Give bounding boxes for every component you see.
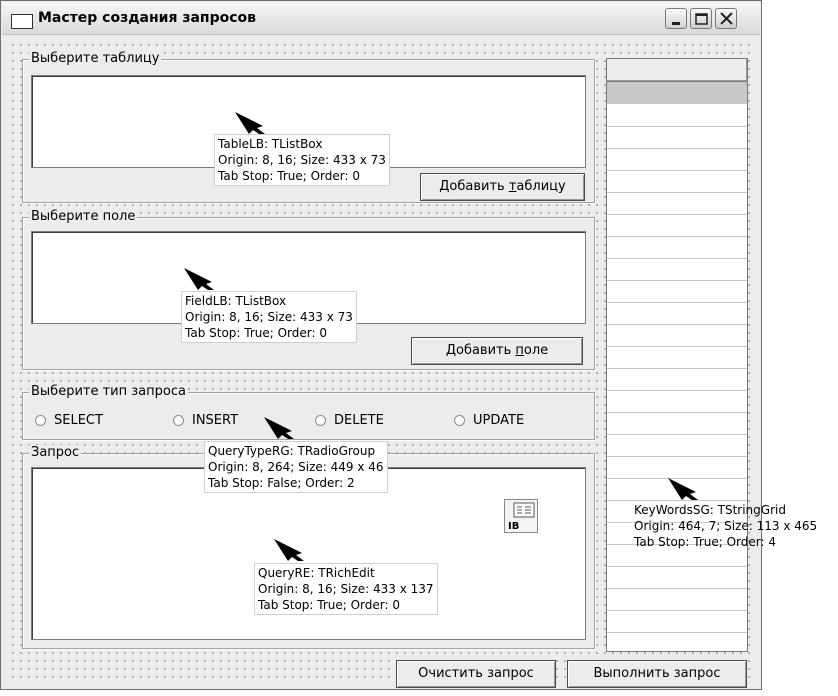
clear-query-button[interactable]: Очистить запрос [396, 660, 556, 688]
radio-delete-circle[interactable] [315, 414, 326, 426]
add-table-label: Добавить таблицу [439, 179, 566, 194]
querytyperg-hint-line3: Tab Stop: False; Order: 2 [208, 476, 355, 490]
ib-icon-text: IB [508, 521, 519, 532]
clear-query-label: Очистить запрос [418, 666, 534, 681]
radio-select-circle[interactable] [35, 414, 46, 426]
minimize-button[interactable] [665, 8, 687, 29]
arrow-pointer-icon [235, 112, 265, 134]
radio-update-circle[interactable] [454, 414, 465, 426]
field-group-label: Выберите поле [29, 209, 138, 225]
tablelb-hint-line3: Tab Stop: True; Order: 0 [218, 169, 360, 183]
close-button[interactable] [715, 8, 737, 29]
tablelb-hint: TableLB: TListBox Origin: 8, 16; Size: 4… [214, 134, 390, 186]
add-field-accel: п [515, 343, 524, 358]
querytyperg-hint: QueryTypeRG: TRadioGroup Origin: 8, 264;… [204, 441, 388, 493]
maximize-button[interactable] [690, 8, 712, 29]
tablelb-hint-line1: TableLB: TListBox [218, 137, 323, 151]
add-field-label: Добавить поле [445, 343, 549, 358]
radio-select[interactable]: SELECT [35, 411, 103, 429]
radio-update-label: UPDATE [473, 412, 525, 428]
radio-update[interactable]: UPDATE [454, 411, 524, 429]
queryre-hint: QueryRE: TRichEdit Origin: 8, 16; Size: … [254, 563, 438, 615]
table-group-label: Выберите таблицу [29, 51, 162, 67]
add-field-button[interactable]: Добавить поле [411, 337, 583, 365]
fieldlb-hint-line2: Origin: 8, 16; Size: 433 x 73 [185, 310, 353, 324]
query-type-group-label: Выберите тип запроса [29, 384, 188, 400]
tablelb-hint-line2: Origin: 8, 16; Size: 433 x 73 [218, 153, 386, 167]
radio-delete-label: DELETE [334, 412, 384, 428]
querytyperg-hint-line2: Origin: 8, 264; Size: 449 x 46 [208, 460, 384, 474]
add-table-button[interactable]: Добавить таблицу [420, 173, 585, 201]
add-table-accel: т [508, 179, 517, 194]
radio-insert-label: INSERT [192, 412, 239, 428]
query-type-group: Выберите тип запроса SELECT INSERT DELET… [22, 384, 595, 440]
ib-component-icon[interactable]: IB [504, 499, 538, 533]
arrow-pointer-icon [274, 539, 304, 561]
query-group-label: Запрос [29, 445, 82, 461]
queryre-hint-line2: Origin: 8, 16; Size: 433 x 137 [258, 582, 434, 596]
keywordssg-hint-line2: Origin: 464, 7; Size: 113 x 465 [634, 519, 818, 533]
fieldlb-hint-line1: FieldLB: TListBox [185, 294, 287, 308]
keywordssg-hint-line3: Tab Stop: True; Order: 4 [634, 535, 776, 549]
execute-query-label: Выполнить запрос [593, 666, 721, 681]
arrow-pointer-icon [668, 478, 698, 500]
arrow-pointer-icon [184, 268, 214, 290]
keywords-string-grid[interactable] [606, 58, 748, 652]
queryre-hint-line3: Tab Stop: True; Order: 0 [258, 598, 400, 612]
window-icon [11, 14, 33, 29]
window-title: Мастер создания запросов [38, 10, 257, 26]
arrow-pointer-icon [264, 417, 294, 439]
keywordssg-hint-line1: KeyWordsSG: TStringGrid [634, 503, 786, 517]
radio-delete[interactable]: DELETE [315, 411, 384, 429]
fieldlb-hint-line3: Tab Stop: True; Order: 0 [185, 326, 327, 340]
title-bar[interactable]: Мастер создания запросов [2, 2, 760, 35]
execute-query-button[interactable]: Выполнить запрос [567, 660, 747, 688]
radio-insert-circle[interactable] [173, 414, 184, 426]
grid-lines [607, 126, 747, 633]
radio-select-label: SELECT [54, 412, 103, 428]
fieldlb-hint: FieldLB: TListBox Origin: 8, 16; Size: 4… [181, 291, 357, 343]
querytyperg-hint-line1: QueryTypeRG: TRadioGroup [208, 444, 376, 458]
keywordssg-hint: KeyWordsSG: TStringGrid Origin: 464, 7; … [631, 501, 820, 551]
queryre-hint-line1: QueryRE: TRichEdit [258, 566, 375, 580]
radio-insert[interactable]: INSERT [173, 411, 238, 429]
